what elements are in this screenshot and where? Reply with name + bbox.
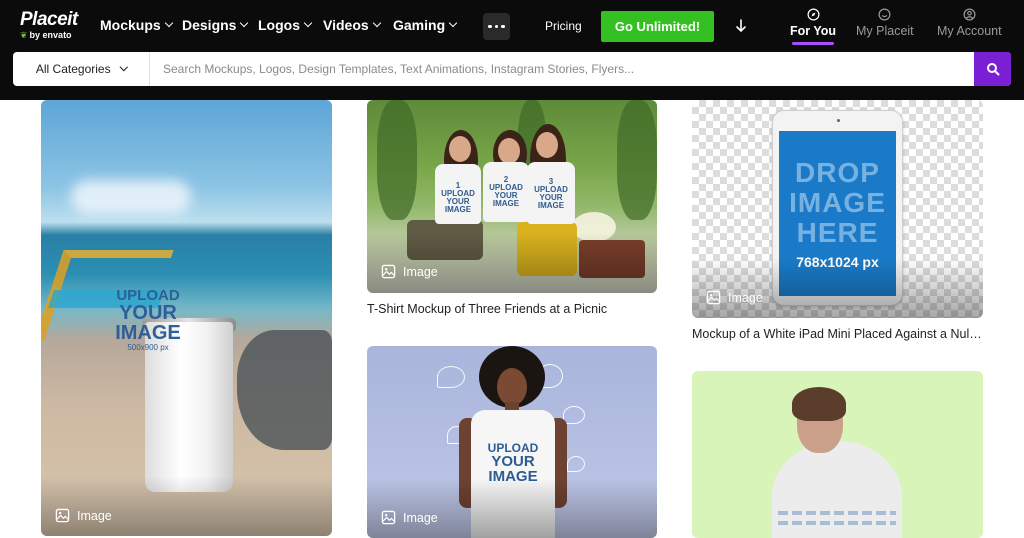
badge-label: Image [403, 510, 438, 525]
nav-my-placeit[interactable]: My Placeit [856, 8, 914, 38]
compass-icon [807, 8, 820, 21]
badge-shade [692, 258, 983, 318]
badge-label: Image [403, 264, 438, 279]
nav-designs-label: Designs [182, 17, 237, 33]
face [536, 132, 558, 158]
mockup-card-picnic[interactable]: 1 UPLOAD YOUR IMAGE 2 UPLOAD YOUR IMAGE … [367, 100, 657, 293]
user-circle-icon [963, 8, 976, 21]
card-title-picnic[interactable]: T-Shirt Mockup of Three Friends at a Pic… [367, 302, 657, 316]
image-icon [706, 290, 721, 305]
hair [792, 387, 846, 421]
category-select[interactable]: All Categories [13, 52, 150, 86]
search-input[interactable] [150, 52, 974, 86]
tree [617, 100, 657, 220]
more-dot [501, 24, 505, 29]
upload-line-2: YOUR [491, 453, 535, 470]
nav-gaming-label: Gaming [393, 17, 446, 33]
search-button[interactable] [974, 52, 1011, 86]
badge-label: Image [77, 508, 112, 523]
nav-logos-label: Logos [258, 17, 300, 33]
smiley-icon [878, 8, 891, 21]
drop-line-3: HERE [796, 216, 879, 248]
hoodie-print [778, 521, 896, 525]
tshirt-print: 2 UPLOAD YOUR IMAGE [483, 176, 529, 208]
more-dots-icon [488, 24, 492, 29]
badge-shade [41, 476, 332, 536]
logo-byline-text: by envato [29, 30, 72, 40]
image-type-badge: Image [381, 510, 438, 525]
logo-wordmark: Placeit [20, 9, 78, 30]
butterfly [563, 406, 585, 424]
image-type-badge: Image [381, 264, 438, 279]
nav-mockups[interactable]: Mockups [100, 17, 173, 33]
hoodie-print [778, 511, 896, 515]
butterfly [437, 366, 465, 388]
nav-my-placeit-label: My Placeit [856, 24, 914, 38]
image-type-badge: Image [55, 508, 112, 523]
image-icon [381, 264, 396, 279]
upload-line-2: YOUR [119, 302, 177, 324]
chevron-down-icon [119, 63, 128, 71]
print-line: IMAGE [492, 199, 520, 208]
placeit-logo[interactable]: Placeit ❦ by envato [20, 9, 78, 41]
drop-line-1: DROP [795, 156, 880, 188]
tshirt-print: 1 UPLOAD YOUR IMAGE [435, 182, 481, 214]
face [449, 136, 471, 162]
active-tab-indicator [792, 42, 835, 45]
face [498, 138, 520, 164]
drop-line-2: IMAGE [789, 186, 886, 218]
mockup-card-hoodie[interactable] [692, 371, 983, 538]
chevron-down-icon [303, 18, 313, 28]
nav-designs[interactable]: Designs [182, 17, 249, 33]
image-icon [55, 508, 70, 523]
butterfly [567, 456, 585, 472]
mockup-card-tumbler[interactable]: UPLOAD YOUR IMAGE 500x900 px Image [41, 100, 332, 536]
nav-mockups-label: Mockups [100, 17, 161, 33]
category-select-value: All Categories [35, 62, 111, 76]
chevron-down-icon [372, 18, 381, 28]
envato-leaf-icon: ❦ [20, 30, 28, 40]
upload-line-1: UPLOAD [116, 287, 180, 304]
card-title-ipad[interactable]: Mockup of a White iPad Mini Placed Again… [692, 327, 983, 341]
nav-for-you-label: For You [790, 24, 837, 38]
chevron-down-icon [448, 18, 458, 28]
upload-line-3: IMAGE [115, 322, 181, 344]
mockup-card-butterfly-tee[interactable]: UPLOAD YOUR IMAGE Image [367, 346, 657, 538]
download-arrow-icon [736, 19, 746, 33]
nav-logos[interactable]: Logos [258, 17, 313, 33]
tshirt-print: 3 UPLOAD YOUR IMAGE [527, 178, 575, 210]
nav-my-account-label: My Account [937, 24, 1002, 38]
upload-size: 500x900 px [127, 343, 169, 352]
cloud [71, 180, 191, 214]
chevron-down-icon [240, 18, 249, 28]
image-icon [381, 510, 396, 525]
print-line: IMAGE [444, 205, 472, 214]
nav-videos[interactable]: Videos [323, 17, 381, 33]
logo-byline: ❦ by envato [20, 30, 78, 40]
download-button[interactable] [734, 16, 748, 36]
nav-videos-label: Videos [323, 17, 369, 33]
badge-shade [367, 233, 657, 293]
more-menu-button[interactable] [483, 13, 510, 40]
search-bar: All Categories [13, 52, 1011, 86]
mockup-card-ipad[interactable]: DROP IMAGE HERE 768x1024 px Image [692, 100, 983, 318]
print-line: IMAGE [537, 201, 565, 210]
search-icon [986, 63, 999, 76]
camera-dot [837, 119, 840, 122]
pricing-link[interactable]: Pricing [545, 19, 582, 33]
rock [237, 330, 332, 450]
face [497, 368, 527, 406]
more-dot [494, 24, 499, 29]
go-unlimited-button[interactable]: Go Unlimited! [601, 11, 714, 42]
chevron-down-icon [164, 18, 173, 28]
badge-label: Image [728, 290, 763, 305]
tree [377, 100, 417, 220]
nav-my-account[interactable]: My Account [937, 8, 1002, 38]
top-navigation: Placeit ❦ by envato Mockups Designs Logo… [0, 0, 1024, 100]
nav-gaming[interactable]: Gaming [393, 17, 458, 33]
nav-for-you[interactable]: For You [790, 8, 836, 45]
badge-shade [367, 478, 657, 538]
image-type-badge: Image [706, 290, 763, 305]
upload-placeholder-text: UPLOAD YOUR IMAGE 500x900 px [104, 288, 192, 352]
